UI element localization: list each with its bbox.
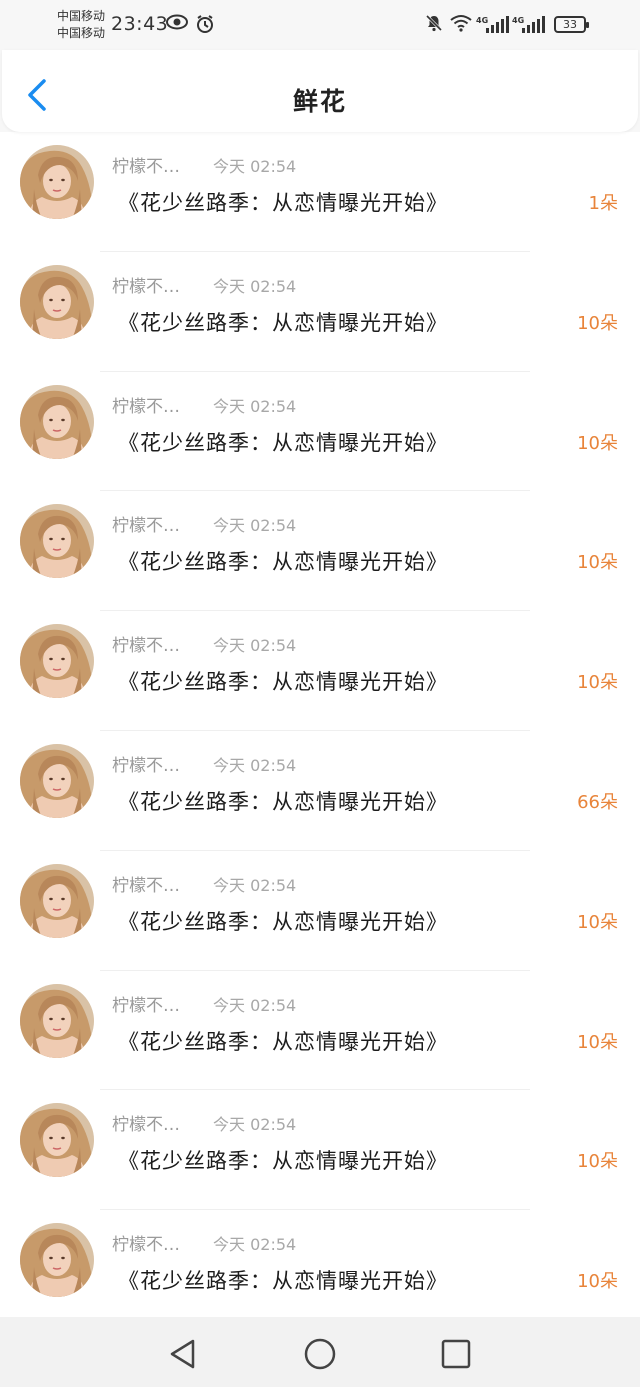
avatar[interactable] xyxy=(20,1103,94,1178)
avatar[interactable] xyxy=(20,863,94,938)
gift-time: 今天 02:54 xyxy=(213,995,297,1015)
status-clock: 23:43 xyxy=(111,13,169,35)
list-item[interactable]: 柠檬不… 今天 02:54 《花少丝路季：从恋情曝光开始》 1朵 xyxy=(0,132,640,252)
book-title[interactable]: 《花少丝路季：从恋情曝光开始》 xyxy=(118,906,448,936)
eye-icon xyxy=(166,14,188,35)
battery-icon: 33 xyxy=(554,16,589,33)
user-name[interactable]: 柠檬不… xyxy=(112,1110,180,1135)
user-name[interactable]: 柠檬不… xyxy=(112,392,180,417)
flower-count: 10朵 xyxy=(577,911,618,933)
triangle-back-icon xyxy=(170,1339,195,1369)
nav-home-button[interactable] xyxy=(303,1337,337,1371)
gift-time: 今天 02:54 xyxy=(213,157,297,176)
header: 鲜花 xyxy=(0,50,640,132)
user-name[interactable]: 柠檬不… xyxy=(112,991,180,1016)
alarm-icon xyxy=(195,14,215,39)
book-title[interactable]: 《花少丝路季：从恋情曝光开始》 xyxy=(118,427,448,457)
flower-list: 柠檬不… 今天 02:54 《花少丝路季：从恋情曝光开始》 1朵 柠檬不… 今天… xyxy=(0,132,640,1330)
circle-home-icon xyxy=(304,1338,336,1370)
user-name[interactable]: 柠檬不… xyxy=(112,272,180,297)
list-item[interactable]: 柠檬不… 今天 02:54 《花少丝路季：从恋情曝光开始》 10朵 xyxy=(0,1210,640,1330)
book-title[interactable]: 《花少丝路季：从恋情曝光开始》 xyxy=(118,546,448,576)
book-title[interactable]: 《花少丝路季：从恋情曝光开始》 xyxy=(118,187,448,217)
user-name[interactable]: 柠檬不… xyxy=(112,871,180,896)
nav-recent-button[interactable] xyxy=(439,1337,473,1371)
list-item[interactable]: 柠檬不… 今天 02:54 《花少丝路季：从恋情曝光开始》 10朵 xyxy=(0,252,640,372)
gift-time: 今天 02:54 xyxy=(213,276,297,296)
user-name[interactable]: 柠檬不… xyxy=(112,511,180,536)
mute-bell-icon xyxy=(425,14,443,37)
avatar[interactable] xyxy=(20,504,94,579)
list-item[interactable]: 柠檬不… 今天 02:54 《花少丝路季：从恋情曝光开始》 10朵 xyxy=(0,851,640,971)
list-item[interactable]: 柠檬不… 今天 02:54 《花少丝路季：从恋情曝光开始》 10朵 xyxy=(0,971,640,1091)
list-item[interactable]: 柠檬不… 今天 02:54 《花少丝路季：从恋情曝光开始》 10朵 xyxy=(0,372,640,492)
square-recent-icon xyxy=(441,1339,471,1369)
gift-time: 今天 02:54 xyxy=(213,1115,297,1135)
flower-count: 10朵 xyxy=(577,432,618,454)
flower-count: 66朵 xyxy=(577,791,618,813)
header-card: 鲜花 xyxy=(2,50,638,132)
gift-time: 今天 02:54 xyxy=(213,516,297,536)
book-title[interactable]: 《花少丝路季：从恋情曝光开始》 xyxy=(118,1145,448,1175)
user-name[interactable]: 柠檬不… xyxy=(112,631,180,656)
flower-count: 1朵 xyxy=(588,193,618,214)
gift-time: 今天 02:54 xyxy=(213,636,297,656)
carrier-1: 中国移动 xyxy=(57,9,106,23)
carrier-info: 中国移动 中国移动 xyxy=(57,8,105,42)
book-title[interactable]: 《花少丝路季：从恋情曝光开始》 xyxy=(118,1026,448,1056)
avatar[interactable] xyxy=(20,624,94,699)
gift-time: 今天 02:54 xyxy=(213,1235,297,1255)
flower-count: 10朵 xyxy=(577,1271,618,1293)
nav-back-button[interactable] xyxy=(166,1337,200,1371)
gift-time: 今天 02:54 xyxy=(213,875,297,895)
avatar[interactable] xyxy=(20,384,94,459)
book-title[interactable]: 《花少丝路季：从恋情曝光开始》 xyxy=(118,1265,448,1295)
system-nav-bar xyxy=(0,1317,640,1387)
flower-count: 10朵 xyxy=(577,1151,618,1173)
list-item[interactable]: 柠檬不… 今天 02:54 《花少丝路季：从恋情曝光开始》 10朵 xyxy=(0,611,640,731)
book-title[interactable]: 《花少丝路季：从恋情曝光开始》 xyxy=(118,666,448,696)
avatar[interactable] xyxy=(20,983,94,1058)
carrier-2: 中国移动 xyxy=(57,26,106,40)
flower-count: 10朵 xyxy=(577,1031,618,1053)
list-item[interactable]: 柠檬不… 今天 02:54 《花少丝路季：从恋情曝光开始》 66朵 xyxy=(0,731,640,851)
avatar[interactable] xyxy=(20,1223,94,1298)
book-title[interactable]: 《花少丝路季：从恋情曝光开始》 xyxy=(118,307,448,337)
flower-count: 10朵 xyxy=(577,672,618,694)
user-name[interactable]: 柠檬不… xyxy=(112,751,180,776)
flower-count: 10朵 xyxy=(577,312,618,334)
avatar[interactable] xyxy=(20,264,94,339)
wifi-icon xyxy=(450,14,472,37)
book-title[interactable]: 《花少丝路季：从恋情曝光开始》 xyxy=(118,786,448,816)
page-title: 鲜花 xyxy=(292,87,347,116)
avatar[interactable] xyxy=(20,145,94,219)
flower-count: 10朵 xyxy=(577,552,618,574)
gift-time: 今天 02:54 xyxy=(213,396,297,416)
status-bar: 中国移动 中国移动 23:43 4G 4G 33 xyxy=(0,0,640,50)
list-item[interactable]: 柠檬不… 今天 02:54 《花少丝路季：从恋情曝光开始》 10朵 xyxy=(0,491,640,611)
list-item[interactable]: 柠檬不… 今天 02:54 《花少丝路季：从恋情曝光开始》 10朵 xyxy=(0,1090,640,1210)
gift-time: 今天 02:54 xyxy=(213,755,297,775)
user-name[interactable]: 柠檬不… xyxy=(112,1230,180,1255)
avatar[interactable] xyxy=(20,743,94,818)
user-name[interactable]: 柠檬不… xyxy=(112,152,180,177)
